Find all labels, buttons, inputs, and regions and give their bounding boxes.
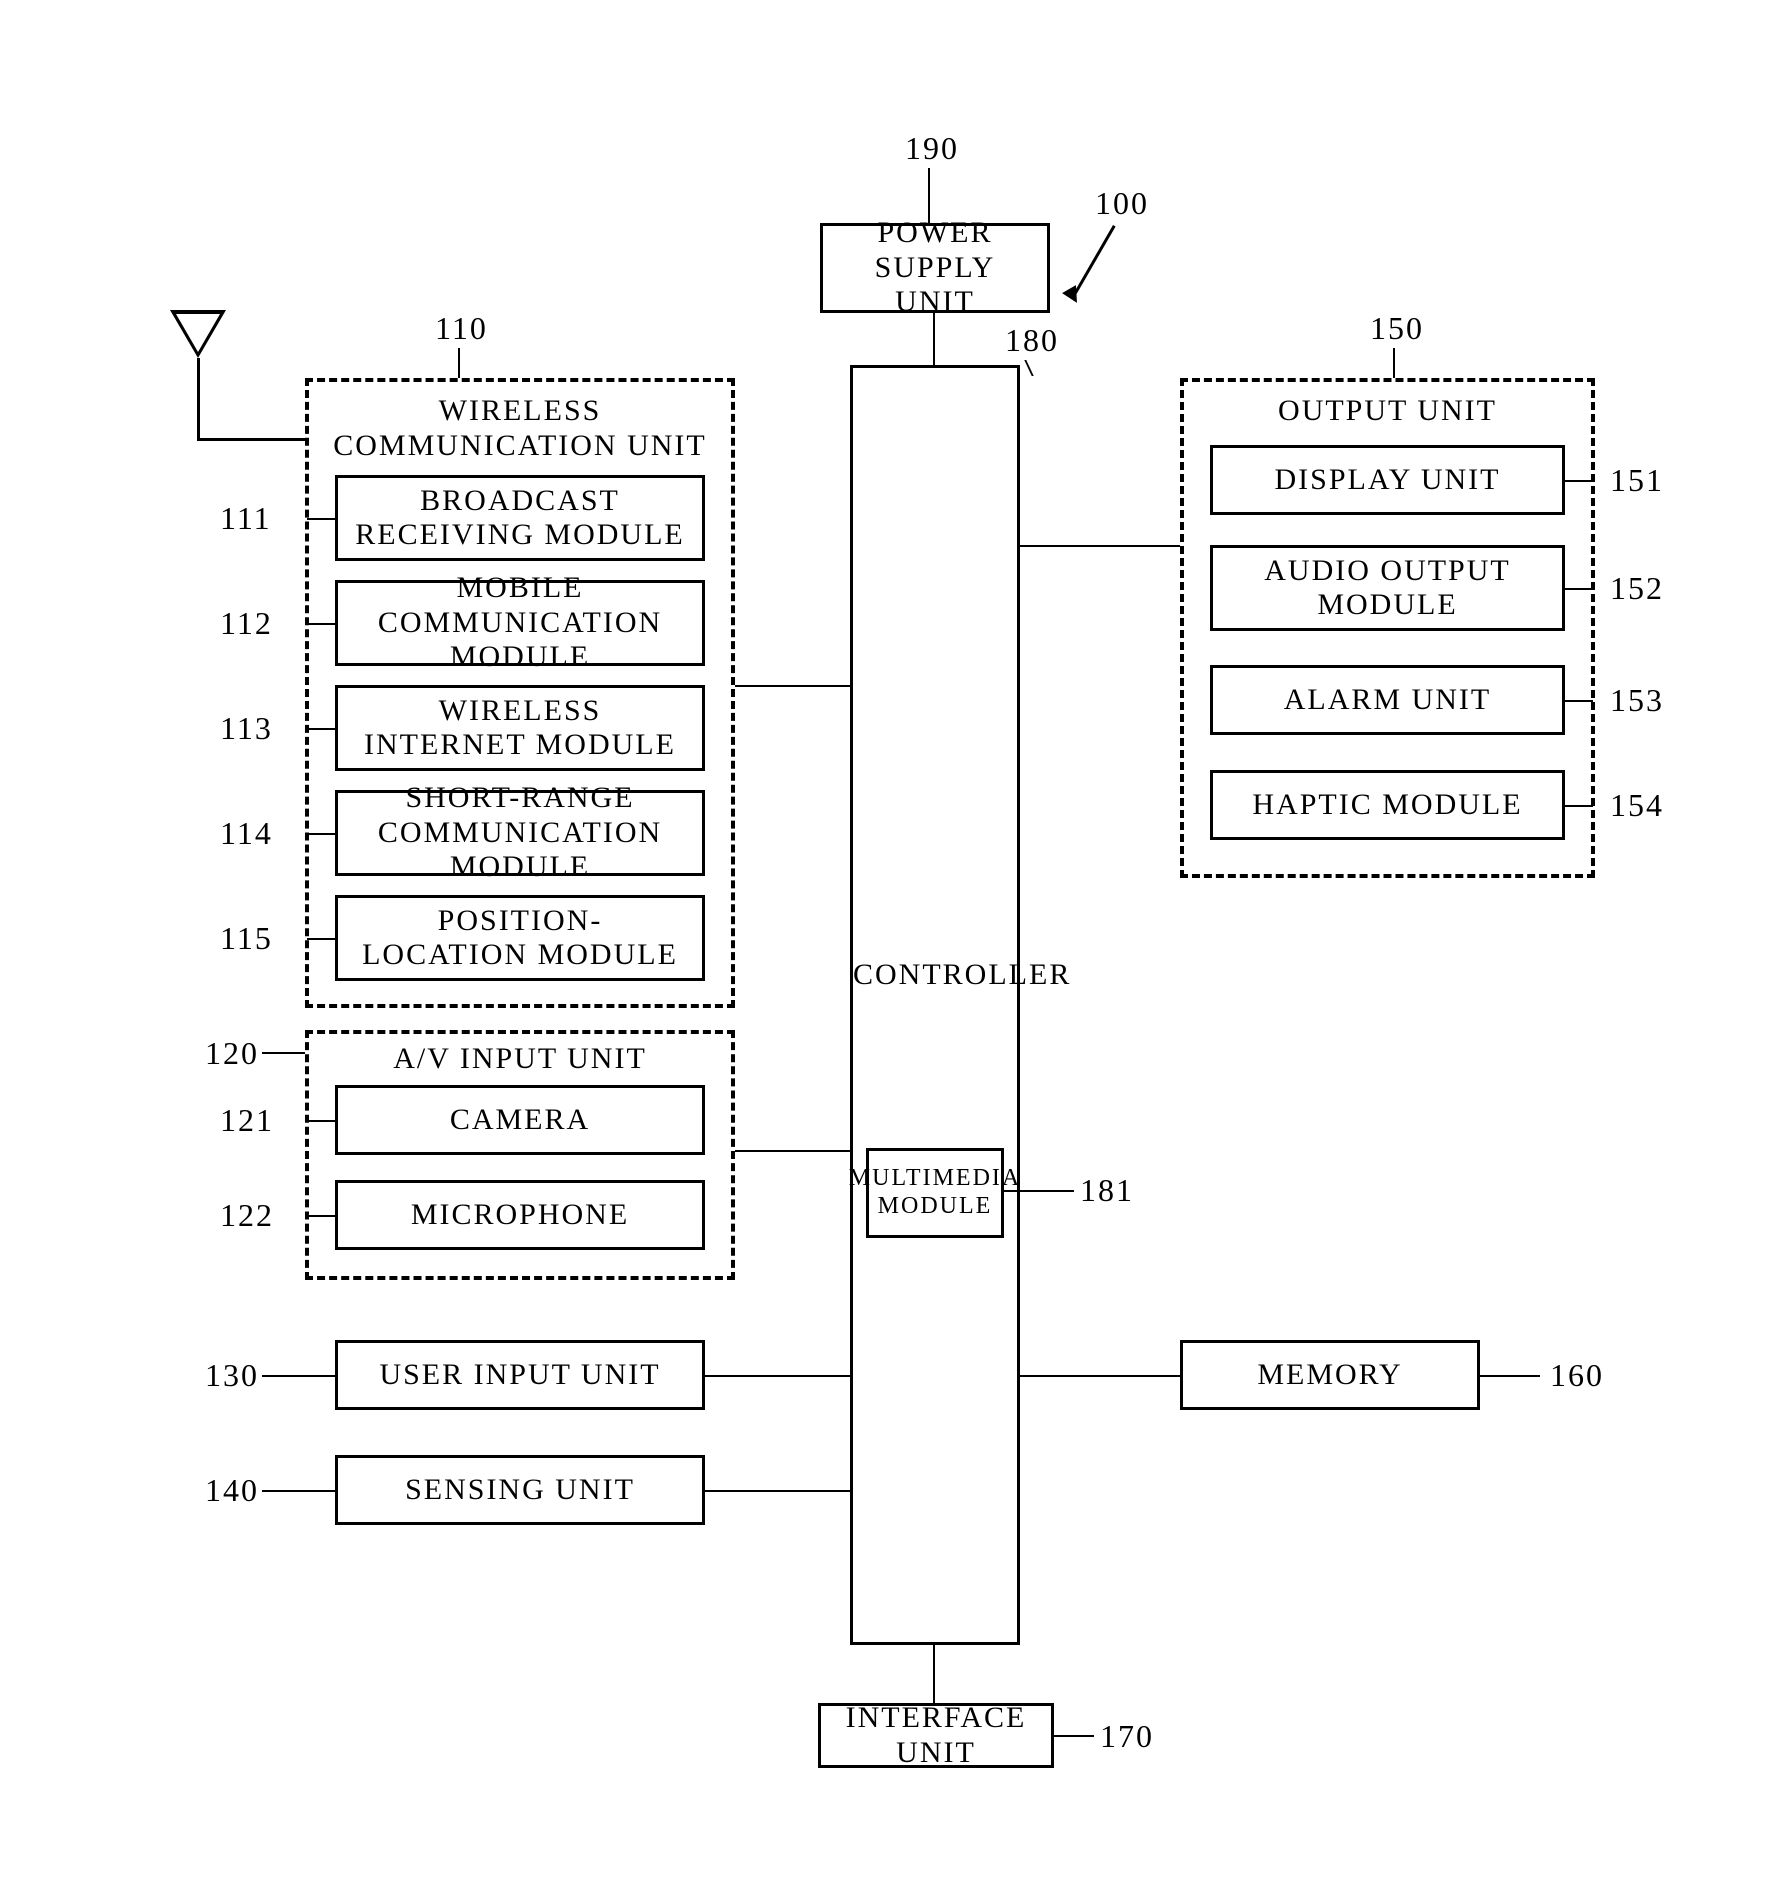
leader-150 — [1393, 348, 1395, 378]
ref-100: 100 — [1095, 185, 1149, 222]
ref-181: 181 — [1080, 1172, 1134, 1209]
ref-110: 110 — [435, 310, 488, 347]
antenna-icon — [170, 310, 226, 358]
ref-150: 150 — [1370, 310, 1424, 347]
antenna-pole — [197, 358, 200, 438]
conn-sensing-controller — [705, 1490, 850, 1492]
conn-av-controller — [735, 1150, 850, 1152]
leader-170 — [1054, 1735, 1094, 1737]
camera-block: CAMERA — [335, 1085, 705, 1155]
output-unit-title: OUTPUT UNIT — [1184, 394, 1591, 429]
tick-121 — [307, 1120, 335, 1122]
mobile-communication-module-block: MOBILECOMMUNICATION MODULE — [335, 580, 705, 666]
sensing-unit-block: SENSING UNIT — [335, 1455, 705, 1525]
ref-112: 112 — [220, 605, 273, 642]
tick-114 — [307, 833, 335, 835]
ref-115: 115 — [220, 920, 273, 957]
tick-115 — [307, 938, 335, 940]
ref-170: 170 — [1100, 1718, 1154, 1755]
ref-122: 122 — [220, 1197, 274, 1234]
ref-190: 190 — [905, 130, 959, 167]
conn-controller-output — [1020, 545, 1180, 547]
microphone-block: MICROPHONE — [335, 1180, 705, 1250]
tick-154 — [1565, 805, 1593, 807]
audio-output-module-block: AUDIO OUTPUTMODULE — [1210, 545, 1565, 631]
haptic-module-block: HAPTIC MODULE — [1210, 770, 1565, 840]
conn-power-controller — [933, 313, 935, 365]
tick-112 — [307, 623, 335, 625]
leader-180 — [1024, 360, 1033, 376]
leader-140 — [262, 1490, 335, 1492]
multimedia-module-block: MULTIMEDIAMODULE — [866, 1148, 1004, 1238]
broadcast-receiving-module-block: BROADCASTRECEIVING MODULE — [335, 475, 705, 561]
ref-113: 113 — [220, 710, 273, 747]
ref-160: 160 — [1550, 1357, 1604, 1394]
ref-151: 151 — [1610, 462, 1664, 499]
leader-160 — [1480, 1375, 1540, 1377]
leader-181 — [1004, 1190, 1074, 1192]
controller-label: CONTROLLER — [853, 958, 1017, 993]
conn-wireless-controller — [735, 685, 850, 687]
display-unit-block: DISPLAY UNIT — [1210, 445, 1565, 515]
power-supply-unit-block: POWER SUPPLYUNIT — [820, 223, 1050, 313]
ref-111: 111 — [220, 500, 272, 537]
tick-153 — [1565, 700, 1593, 702]
leader-120 — [262, 1052, 305, 1054]
memory-block: MEMORY — [1180, 1340, 1480, 1410]
tick-151 — [1565, 480, 1593, 482]
leader-130 — [262, 1375, 335, 1377]
ref-120: 120 — [205, 1035, 259, 1072]
interface-unit-block: INTERFACE UNIT — [818, 1703, 1054, 1768]
leader-190 — [928, 168, 930, 223]
tick-111 — [307, 518, 335, 520]
tick-152 — [1565, 588, 1593, 590]
ref-152: 152 — [1610, 570, 1664, 607]
ref-153: 153 — [1610, 682, 1664, 719]
short-range-communication-module-block: SHORT-RANGECOMMUNICATION MODULE — [335, 790, 705, 876]
conn-controller-interface — [933, 1645, 935, 1703]
ref-180: 180 — [1005, 322, 1059, 359]
controller-block: CONTROLLER — [850, 365, 1020, 1645]
wireless-comm-unit-title: WIRELESSCOMMUNICATION UNIT — [309, 394, 731, 463]
av-input-unit-title: A/V INPUT UNIT — [309, 1042, 731, 1077]
antenna-to-group — [197, 438, 307, 441]
tick-113 — [307, 728, 335, 730]
leader-110 — [458, 348, 460, 378]
ref-130: 130 — [205, 1357, 259, 1394]
ref-154: 154 — [1610, 787, 1664, 824]
leader-100-arrow — [1062, 285, 1084, 307]
diagram-stage: 190 POWER SUPPLYUNIT 100 180 CONTROLLER … — [0, 0, 1779, 1878]
ref-114: 114 — [220, 815, 273, 852]
leader-100 — [1073, 225, 1116, 296]
position-location-module-block: POSITION-LOCATION MODULE — [335, 895, 705, 981]
wireless-internet-module-block: WIRELESSINTERNET MODULE — [335, 685, 705, 771]
alarm-unit-block: ALARM UNIT — [1210, 665, 1565, 735]
tick-122 — [307, 1215, 335, 1217]
conn-userinput-controller — [705, 1375, 850, 1377]
user-input-unit-block: USER INPUT UNIT — [335, 1340, 705, 1410]
conn-controller-memory — [1020, 1375, 1180, 1377]
ref-121: 121 — [220, 1102, 274, 1139]
ref-140: 140 — [205, 1472, 259, 1509]
